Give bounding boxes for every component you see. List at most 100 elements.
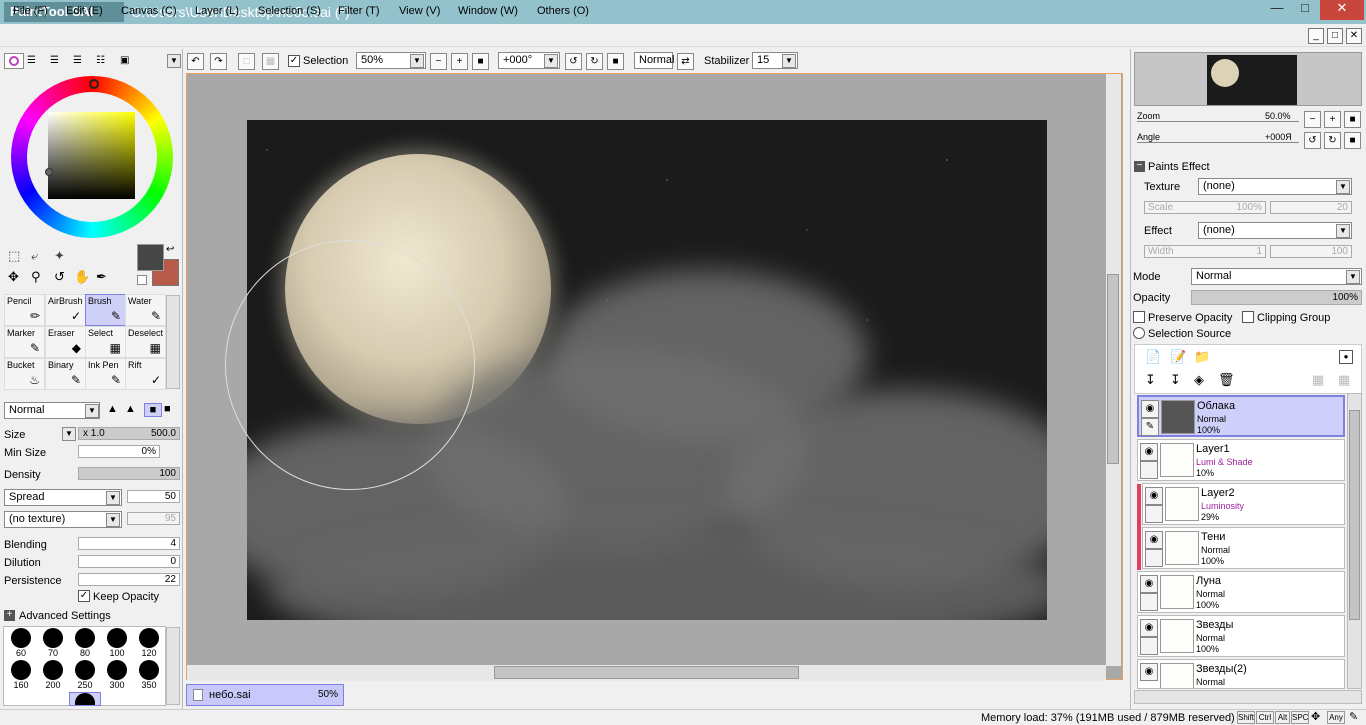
size-slider[interactable]: x 1.0 500.0 xyxy=(78,427,180,440)
collapse-icon[interactable]: − xyxy=(1134,161,1145,172)
left-panel-dropdown[interactable]: ▼ xyxy=(167,54,181,68)
brush-lock-icon[interactable]: ✎ xyxy=(1141,418,1159,436)
rotate-icon[interactable]: ↺ xyxy=(54,269,65,285)
brush-size-preset[interactable]: 70 xyxy=(37,628,69,660)
brush-shape-4-icon[interactable]: ■ xyxy=(164,403,180,417)
layer-item[interactable]: ◉ Луна Normal 100% xyxy=(1137,571,1345,613)
transfer-down-icon[interactable]: ↧ xyxy=(1145,372,1156,388)
eyedropper-icon[interactable]: ✒ xyxy=(96,269,107,285)
menu-selection[interactable]: Selection (S) xyxy=(258,5,321,17)
spread-dropdown[interactable]: ▼ xyxy=(106,491,120,505)
nav-zoom-in-button[interactable]: + xyxy=(1324,111,1341,128)
effect-select[interactable]: (none) xyxy=(1198,222,1352,239)
size-range-dropdown[interactable]: ▼ xyxy=(62,427,76,441)
brush-size-preset[interactable]: 80 xyxy=(69,628,101,660)
brush-mode-dropdown[interactable]: ▼ xyxy=(85,404,99,418)
hsv-sliders-icon[interactable]: ☰ xyxy=(50,55,66,67)
texture-select[interactable]: (no texture) xyxy=(4,511,122,528)
saturation-value-square[interactable] xyxy=(48,112,135,199)
layer-item[interactable]: ◉ Layer2 Luminosity 29% xyxy=(1142,483,1345,525)
transparent-color-icon[interactable] xyxy=(137,275,147,285)
layer-item[interactable]: ◉ Тени Normal 100% xyxy=(1142,527,1345,569)
brush-size-preset[interactable]: 60 xyxy=(5,628,37,660)
new-linework-layer-icon[interactable]: 📝 xyxy=(1170,349,1186,365)
color-history-icon[interactable]: ▣ xyxy=(120,55,136,67)
clear-selection-button[interactable]: □ xyxy=(238,53,255,70)
mdi-restore-button[interactable]: □ xyxy=(1327,28,1343,44)
layer-lock-slot[interactable] xyxy=(1145,549,1163,567)
layer-mode-dropdown[interactable]: ▼ xyxy=(1346,270,1360,284)
plus-icon[interactable]: + xyxy=(4,610,15,621)
rgb-sliders-icon[interactable]: ☰ xyxy=(27,55,43,67)
delete-layer-icon[interactable]: 🗑 xyxy=(1218,372,1235,388)
rotate-reset-button[interactable]: ■ xyxy=(607,53,624,70)
layer-item[interactable]: ◉ Звезды Normal 100% xyxy=(1137,615,1345,657)
tool-rift[interactable]: Rift ✓ xyxy=(125,358,166,390)
minimize-button[interactable]: — xyxy=(1264,0,1290,20)
move-icon[interactable]: ✥ xyxy=(8,269,19,285)
new-folder-icon[interactable]: 📁 xyxy=(1194,349,1210,365)
layers-horizontal-scrollbar[interactable] xyxy=(1134,690,1362,704)
tool-brush[interactable]: Brush ✎ xyxy=(85,294,126,326)
brush-shape-3-icon[interactable]: ■ xyxy=(144,403,162,417)
brush-size-preset-selected[interactable] xyxy=(69,692,101,706)
merge-down-icon[interactable]: ↧ xyxy=(1170,372,1181,388)
hue-picker-handle[interactable] xyxy=(89,79,99,89)
hand-icon[interactable]: ✋ xyxy=(74,269,90,285)
tool-eraser[interactable]: Eraser ◆ xyxy=(45,326,86,358)
nav-zoom-reset-button[interactable]: ■ xyxy=(1344,111,1361,128)
effect-dropdown[interactable]: ▼ xyxy=(1336,224,1350,238)
zoom-in-button[interactable]: + xyxy=(451,53,468,70)
layer-item[interactable]: ◉ Layer1 Lumi & Shade 10% xyxy=(1137,439,1345,481)
tool-binary[interactable]: Binary ✎ xyxy=(45,358,86,390)
brush-size-preset[interactable]: 120 xyxy=(133,628,165,660)
zoom-out-button[interactable]: − xyxy=(430,53,447,70)
tool-deselect[interactable]: Deselect ▦ xyxy=(125,326,166,358)
tool-bucket[interactable]: Bucket ♨ xyxy=(4,358,45,390)
tool-marker[interactable]: Marker ✎ xyxy=(4,326,45,358)
advanced-settings-label[interactable]: Advanced Settings xyxy=(19,610,111,622)
menu-file[interactable]: File (F) xyxy=(13,5,48,17)
brush-shape-1-icon[interactable]: ▲ xyxy=(107,403,125,417)
selection-source-radio[interactable] xyxy=(1133,327,1145,339)
color-wheel-tab[interactable] xyxy=(4,53,24,69)
keep-opacity-checkbox[interactable]: ✓ xyxy=(78,590,90,602)
rotate-left-button[interactable]: ↺ xyxy=(565,53,582,70)
layer-mode-select[interactable]: Normal xyxy=(1191,268,1362,285)
layer-lock-slot[interactable] xyxy=(1145,505,1163,523)
redo-button[interactable]: ↷ xyxy=(210,53,227,70)
menu-filter[interactable]: Filter (T) xyxy=(338,5,380,17)
tool-airbrush[interactable]: AirBrush ✓ xyxy=(45,294,86,326)
layers-scroll-thumb[interactable] xyxy=(1349,410,1360,620)
dilution-slider[interactable]: 0 xyxy=(78,555,180,568)
swap-colors-icon[interactable]: ↩ xyxy=(166,244,174,255)
menu-view[interactable]: View (V) xyxy=(399,5,440,17)
clipping-group-checkbox[interactable] xyxy=(1242,311,1254,323)
canvas-horizontal-scrollbar[interactable] xyxy=(187,665,1106,681)
visibility-eye-icon[interactable]: ◉ xyxy=(1145,487,1163,505)
zoom-icon[interactable]: ⚲ xyxy=(31,269,41,285)
layers-vertical-scrollbar[interactable] xyxy=(1347,393,1362,689)
close-button[interactable]: ✕ xyxy=(1320,0,1364,20)
visibility-eye-icon[interactable]: ◉ xyxy=(1140,443,1158,461)
paper-texture-dropdown[interactable]: ▼ xyxy=(1336,180,1350,194)
visibility-eye-icon[interactable]: ◉ xyxy=(1141,400,1159,418)
density-slider[interactable]: 100 xyxy=(78,467,180,480)
scratchpad-icon[interactable]: ☷ xyxy=(96,55,112,67)
spread-select[interactable]: Spread xyxy=(4,489,122,506)
brush-size-preset[interactable]: 250 xyxy=(69,660,101,692)
navigator-zoom-slider[interactable] xyxy=(1137,121,1299,124)
min-size-slider[interactable]: 0% xyxy=(78,445,160,458)
vertical-scroll-thumb[interactable] xyxy=(1107,274,1119,464)
new-layer-icon[interactable]: 📄 xyxy=(1145,349,1161,365)
sv-picker-handle[interactable] xyxy=(45,168,53,176)
horizontal-scroll-thumb[interactable] xyxy=(494,666,799,679)
angle-dropdown[interactable]: ▼ xyxy=(544,54,558,68)
visibility-eye-icon[interactable]: ◉ xyxy=(1145,531,1163,549)
brush-shape-2-icon[interactable]: ▲ xyxy=(125,403,143,417)
navigator-angle-slider[interactable] xyxy=(1137,142,1299,145)
view-mode-field[interactable]: Normal xyxy=(634,52,674,69)
mdi-close-button[interactable]: ✕ xyxy=(1346,28,1362,44)
magic-wand-icon[interactable]: ✦ xyxy=(54,248,65,264)
brush-size-preset[interactable]: 160 xyxy=(5,660,37,692)
